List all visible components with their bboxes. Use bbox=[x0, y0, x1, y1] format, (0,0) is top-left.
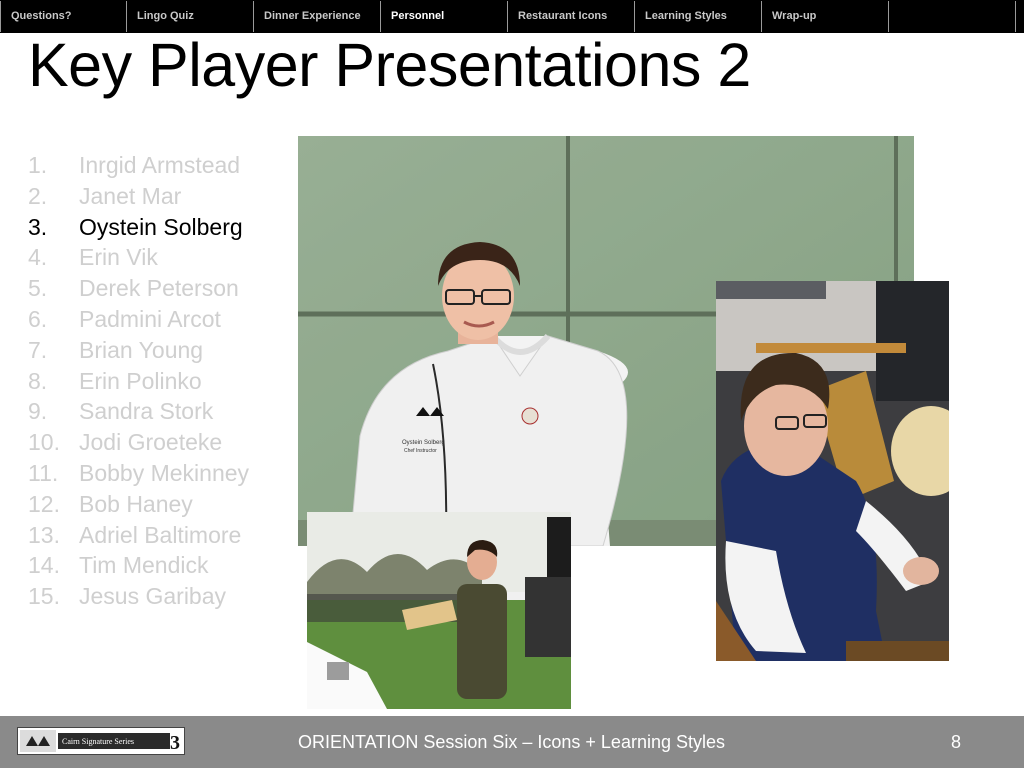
list-number: 1. bbox=[28, 152, 48, 178]
person-name: Brian Young bbox=[79, 336, 204, 363]
slide-title: Key Player Presentations 2 bbox=[28, 31, 751, 99]
list-item: 2. Janet Mar bbox=[28, 181, 249, 212]
coat-embroidery-sub: Chef Instructor bbox=[404, 448, 437, 454]
tab-empty[interactable] bbox=[889, 1, 1016, 32]
tab-questions[interactable]: Questions? bbox=[0, 1, 127, 32]
list-item: 9. Sandra Stork bbox=[28, 396, 249, 427]
person-name: Inrgid Armstead bbox=[79, 152, 241, 178]
person-name: Tim Mendick bbox=[79, 552, 209, 579]
person-name: Janet Mar bbox=[79, 182, 182, 209]
list-item: 4. Erin Vik bbox=[28, 242, 249, 273]
list-number: 8. bbox=[28, 367, 48, 394]
list-item: 15. Jesus Garibay bbox=[28, 581, 249, 612]
list-item: 14. Tim Mendick bbox=[28, 550, 249, 581]
logo-text: Cairn Signature Series bbox=[62, 737, 134, 746]
list-number: 10. bbox=[28, 429, 60, 456]
person-name: Jodi Groeteke bbox=[79, 429, 223, 456]
person-name: Erin Polinko bbox=[79, 367, 202, 394]
top-nav: Questions? Lingo Quiz Dinner Experience … bbox=[0, 0, 1024, 33]
list-number: 6. bbox=[28, 305, 48, 332]
outdoor-event-photo bbox=[307, 512, 571, 709]
tab-learning-styles[interactable]: Learning Styles bbox=[635, 1, 762, 32]
footer-bar: Cairn Signature Series 3 ORIENTATION Ses… bbox=[0, 716, 1024, 768]
tab-personnel[interactable]: Personnel bbox=[381, 1, 508, 32]
tab-dinner-experience[interactable]: Dinner Experience bbox=[254, 1, 381, 32]
list-number: 5. bbox=[28, 275, 48, 302]
list-number: 11. bbox=[28, 459, 59, 486]
person-name: Erin Vik bbox=[79, 244, 158, 271]
list-item: 12. Bob Haney bbox=[28, 489, 249, 520]
seated-man-photo bbox=[716, 281, 949, 661]
list-number: 14. bbox=[28, 552, 60, 579]
coat-embroidery: Oystein Solberg bbox=[402, 440, 445, 446]
list-item: 10. Jodi Groeteke bbox=[28, 427, 249, 458]
person-name: Bobby Mekinney bbox=[79, 459, 250, 486]
list-item: 5. Derek Peterson bbox=[28, 273, 249, 304]
person-name: Padmini Arcot bbox=[79, 305, 221, 332]
list-item: 7. Brian Young bbox=[28, 335, 249, 366]
list-number: 9. bbox=[28, 398, 48, 425]
list-number: 13. bbox=[28, 521, 60, 548]
list-item: 6. Padmini Arcot bbox=[28, 304, 249, 335]
tab-lingo-quiz[interactable]: Lingo Quiz bbox=[127, 1, 254, 32]
list-item: 11. Bobby Mekinney bbox=[28, 458, 249, 489]
person-name: Jesus Garibay bbox=[79, 583, 227, 610]
person-name: Adriel Baltimore bbox=[79, 521, 242, 548]
svg-text:3: 3 bbox=[170, 732, 180, 754]
list-item-current: 3. Oystein Solberg bbox=[28, 212, 249, 243]
person-name: Oystein Solberg bbox=[79, 213, 243, 240]
list-number: 12. bbox=[28, 490, 60, 517]
list-item: 13. Adriel Baltimore bbox=[28, 520, 249, 551]
list-number: 7. bbox=[28, 336, 48, 363]
page-number: 8 bbox=[951, 732, 962, 752]
list-item: 8. Erin Polinko bbox=[28, 366, 249, 397]
cairn-logo: Cairn Signature Series 3 bbox=[17, 727, 185, 755]
person-name: Derek Peterson bbox=[79, 275, 239, 302]
tab-restaurant-icons[interactable]: Restaurant Icons bbox=[508, 1, 635, 32]
list-item: 1. Inrgid Armstead bbox=[28, 150, 249, 181]
list-number: 15. bbox=[28, 583, 60, 610]
list-number: 2. bbox=[28, 182, 48, 209]
person-name: Sandra Stork bbox=[79, 398, 214, 425]
list-number: 3. bbox=[28, 213, 48, 240]
tab-wrap-up[interactable]: Wrap-up bbox=[762, 1, 889, 32]
personnel-list: 1. Inrgid Armstead 2. Janet Mar 3. Oystein … bbox=[28, 150, 249, 612]
list-number: 4. bbox=[28, 244, 48, 271]
footer-caption: ORIENTATION Session Six – Icons + Learni… bbox=[298, 732, 725, 752]
person-name: Bob Haney bbox=[79, 490, 193, 517]
